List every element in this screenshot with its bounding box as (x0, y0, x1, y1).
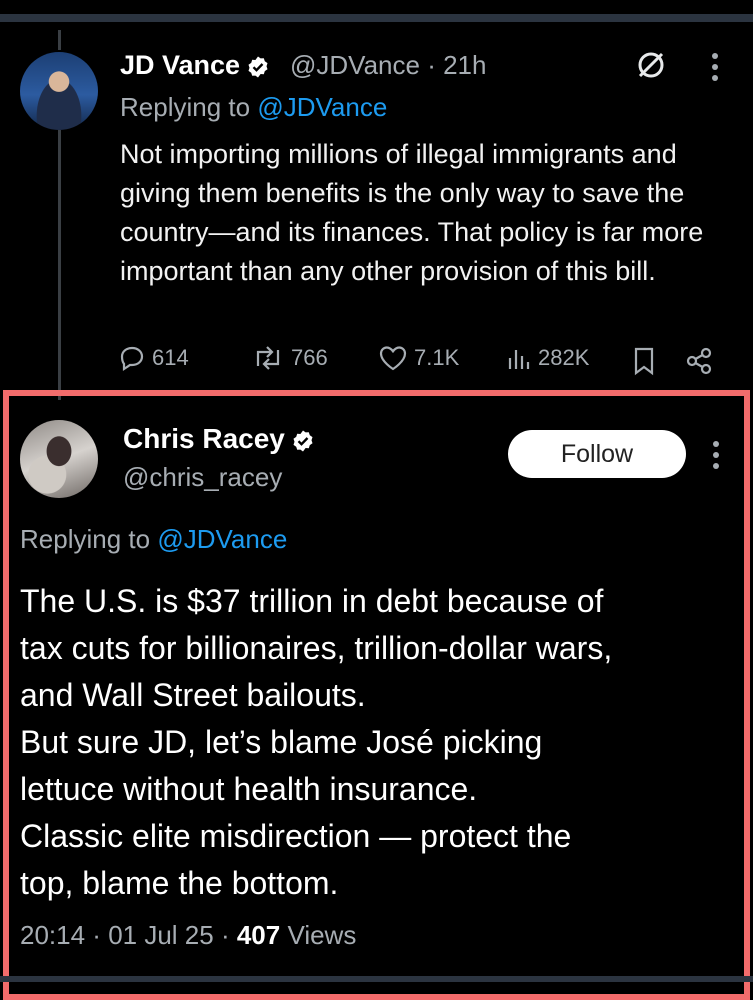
tweet-line: lettuce without health insurance. (20, 771, 478, 807)
tweet-time[interactable]: 20:14 (20, 920, 85, 950)
views-button[interactable]: 282K (506, 344, 589, 372)
tweet-date[interactable]: 01 Jul 25 (108, 920, 214, 950)
top-divider (0, 14, 753, 22)
replying-prefix: Replying to (20, 524, 158, 554)
tweet-text: The U.S. is $37 trillion in debt because… (20, 578, 735, 907)
verified-badge-icon (248, 56, 268, 78)
heart-icon (379, 346, 407, 371)
views-chart-icon (508, 350, 530, 369)
tweet-text: Not importing millions of illegal immigr… (120, 139, 704, 286)
author-handle-time: @JDVance · 21h (290, 50, 486, 81)
more-vertical-icon[interactable] (708, 438, 724, 472)
like-button[interactable]: 7.1K (378, 344, 459, 372)
repost-icon (256, 346, 280, 370)
tweet-time[interactable]: 21h (443, 50, 486, 80)
no-symbol-icon[interactable] (634, 48, 668, 82)
author-handle[interactable]: @JDVance (290, 50, 420, 80)
verified-badge-icon (293, 430, 313, 452)
avatar[interactable] (20, 420, 98, 498)
bookmark-icon[interactable] (632, 346, 656, 376)
reply-icon (120, 346, 144, 372)
repost-button[interactable]: 766 (251, 344, 328, 372)
follow-button[interactable]: Follow (508, 430, 686, 478)
author-handle[interactable]: @chris_racey (123, 462, 282, 493)
action-bar: 614 766 7.1K 282K (118, 344, 728, 380)
more-vertical-icon[interactable] (706, 50, 724, 84)
tweet-line: tax cuts for billionaires, trillion-doll… (20, 630, 613, 666)
replying-to: Replying to @JDVance (120, 92, 387, 123)
replying-to: Replying to @JDVance (20, 524, 287, 555)
author-name[interactable]: JD Vance (120, 50, 270, 81)
author-name-text: JD Vance (120, 50, 241, 80)
reply-button[interactable]: 614 (118, 344, 189, 372)
author-name-text: Chris Racey (123, 423, 285, 454)
replying-prefix: Replying to (120, 92, 258, 122)
reply-count: 614 (152, 345, 189, 370)
views-label: Views (287, 920, 357, 950)
tweet-line: top, blame the bottom. (20, 865, 339, 901)
avatar[interactable] (20, 52, 98, 130)
mention-link[interactable]: @JDVance (257, 92, 387, 122)
thread-line (58, 30, 61, 50)
tweet-meta: 20:14 · 01 Jul 25 · 407 Views (20, 920, 357, 950)
bottom-divider (0, 976, 753, 982)
views-count: 282K (538, 345, 590, 370)
thread-line (58, 130, 61, 400)
views-count: 407 (236, 920, 281, 950)
tweet-line: Classic elite misdirection — protect the (20, 818, 572, 854)
author-name[interactable]: Chris Racey (123, 423, 315, 455)
tweet-line: But sure JD, let’s blame José picking (20, 724, 543, 760)
share-icon[interactable] (684, 346, 714, 376)
tweet-line: The U.S. is $37 trillion in debt because… (20, 583, 604, 619)
repost-count: 766 (291, 345, 328, 370)
mention-link[interactable]: @JDVance (157, 524, 287, 554)
separator: · (419, 50, 444, 80)
tweet-line: and Wall Street bailouts. (20, 677, 366, 713)
like-count: 7.1K (414, 345, 460, 370)
